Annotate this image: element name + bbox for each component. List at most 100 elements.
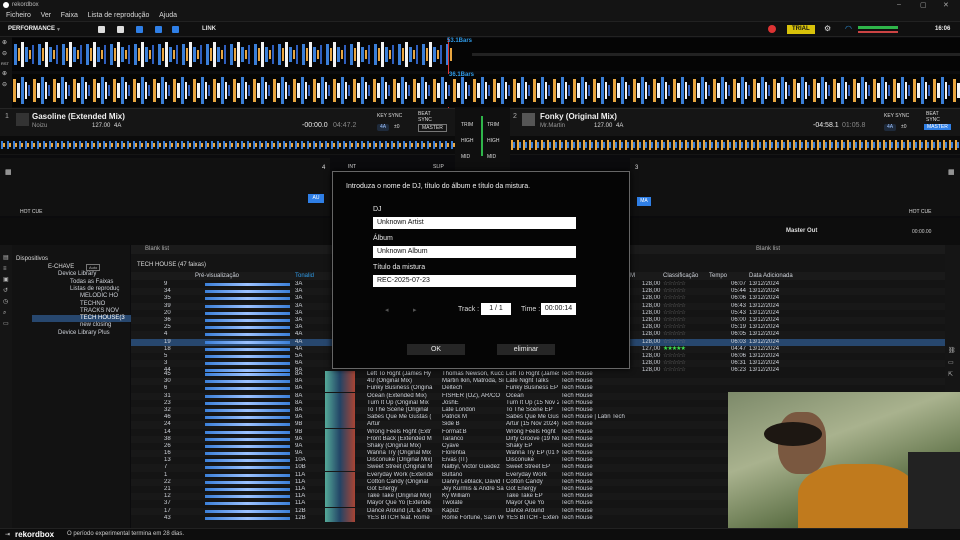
zoom-out-icon[interactable]: ⊖ bbox=[0, 48, 12, 59]
row-number: 14 bbox=[164, 428, 171, 435]
table-row[interactable]: 30 8A 4U (Original Mix) Martin Ikin, Matrod… bbox=[131, 378, 945, 386]
mix-title-input[interactable]: REC-2025-07-23 bbox=[373, 275, 576, 287]
exit-icon[interactable]: ⇥ bbox=[5, 531, 10, 538]
menu-track[interactable]: Faixa bbox=[61, 12, 78, 19]
tree-device-library-plus[interactable]: Device Library Plus bbox=[58, 330, 110, 336]
deck2-key-sync[interactable]: KEY SYNC bbox=[884, 113, 909, 119]
grid-icon[interactable] bbox=[136, 26, 143, 33]
next-track-icon[interactable]: ▸ bbox=[413, 306, 417, 314]
row-rating[interactable]: ☆☆☆☆☆ bbox=[663, 317, 686, 324]
row-rating[interactable]: ☆☆☆☆☆ bbox=[663, 324, 686, 331]
zoom-in-icon[interactable]: ⊕ bbox=[0, 37, 12, 48]
row-rating[interactable]: ★★★★★ bbox=[663, 346, 686, 353]
tree-techno[interactable]: TECHNO bbox=[80, 301, 105, 307]
explorer-icon[interactable]: ▣ bbox=[3, 275, 9, 286]
device-auto-badge[interactable]: Auto bbox=[86, 264, 101, 271]
row-rating[interactable]: ☆☆☆☆☆ bbox=[663, 353, 686, 360]
playlist-icon[interactable]: ≡ bbox=[3, 264, 9, 275]
col-time[interactable]: Tempo bbox=[709, 273, 727, 279]
delete-button[interactable]: eliminar bbox=[497, 344, 555, 355]
col-key[interactable]: Tonalid bbox=[295, 273, 314, 279]
right-tab[interactable]: Blank list bbox=[756, 246, 780, 252]
record-icon[interactable] bbox=[768, 25, 776, 33]
collection-icon[interactable]: ▤ bbox=[3, 253, 9, 264]
waveform-deck1[interactable] bbox=[12, 38, 960, 71]
row-genre: Tech House bbox=[561, 493, 593, 500]
col-preview[interactable]: Pré-visualização bbox=[195, 273, 239, 279]
gear-icon[interactable]: ⚙ bbox=[824, 24, 831, 33]
deck2-master-button[interactable]: MASTER bbox=[924, 124, 951, 130]
tree-all-tracks[interactable]: Todas as Faixas bbox=[70, 279, 113, 285]
master-out-selector[interactable]: Master Out bbox=[786, 228, 817, 234]
history-icon[interactable]: ◷ bbox=[3, 297, 9, 308]
chevron-down-icon[interactable]: ▼ bbox=[56, 27, 61, 33]
col-rating[interactable]: Classificação bbox=[663, 273, 698, 279]
deck1-slip-button[interactable]: SLIP bbox=[433, 164, 444, 170]
deck-icon[interactable] bbox=[117, 26, 124, 33]
tree-tracks-nov[interactable]: TRACKS NOV bbox=[80, 308, 119, 314]
minimize-icon[interactable]: – bbox=[897, 1, 901, 8]
table-row[interactable]: 45 8A Left To Right (James Hy Thomas Newson… bbox=[131, 371, 945, 378]
search-icon[interactable]: ⌕ bbox=[3, 308, 9, 319]
col-date-added[interactable]: Data Adicionada bbox=[749, 273, 793, 279]
sync-icon[interactable]: ↺ bbox=[3, 286, 9, 297]
device-tree: Dispositivos E-CHAVE Auto Device Library… bbox=[12, 245, 138, 528]
deck1-beat-sync[interactable]: BEAT SYNC bbox=[418, 111, 438, 123]
row-rating[interactable]: ☆☆☆☆☆ bbox=[663, 339, 686, 346]
panel-icon[interactable] bbox=[155, 26, 162, 33]
tree-new-closing[interactable]: new closing bbox=[80, 322, 111, 328]
menu-help[interactable]: Ajuda bbox=[159, 12, 177, 19]
deck2-overview-waveform[interactable] bbox=[510, 136, 960, 154]
pad-grid-icon[interactable]: ▦ bbox=[5, 168, 12, 176]
mode-selector[interactable]: PERFORMANCE bbox=[8, 26, 55, 32]
deck1-key-sync[interactable]: KEY SYNC bbox=[377, 113, 402, 119]
deck2-key-reset[interactable]: ±0 bbox=[901, 124, 907, 130]
row-rating[interactable]: ☆☆☆☆☆ bbox=[663, 360, 686, 367]
reset-zoom-button[interactable]: RST bbox=[0, 59, 12, 68]
tree-device-library[interactable]: Device Library bbox=[58, 271, 96, 277]
deck1-master-button[interactable]: MASTER bbox=[418, 124, 447, 132]
deck2-pitch-key[interactable]: 4A bbox=[884, 124, 897, 131]
waveform-deck2[interactable] bbox=[12, 74, 960, 107]
row-rating[interactable]: ☆☆☆☆☆ bbox=[663, 281, 686, 288]
deck1-au-button[interactable]: AU bbox=[308, 194, 324, 203]
row-rating[interactable]: ☆☆☆☆☆ bbox=[663, 295, 686, 302]
link-icon[interactable]: ⛓ bbox=[948, 345, 957, 357]
deck1-key-reset[interactable]: ±0 bbox=[394, 124, 400, 130]
menu-playlist[interactable]: Lista de reprodução bbox=[88, 12, 150, 19]
row-rating[interactable]: ☆☆☆☆☆ bbox=[663, 310, 686, 317]
tree-melodic-ho[interactable]: MELODIC HO bbox=[80, 293, 118, 299]
dj-input[interactable]: Unknown Artist bbox=[373, 217, 576, 229]
row-rating[interactable]: ☆☆☆☆☆ bbox=[663, 303, 686, 310]
layout-icon[interactable] bbox=[98, 26, 105, 33]
trial-badge[interactable]: TRIAL bbox=[787, 25, 815, 34]
deck1-overview-waveform[interactable] bbox=[0, 136, 455, 154]
tree-tech-house[interactable]: TECH HOUSE(3 bbox=[80, 315, 125, 321]
album-input[interactable]: Unknown Album bbox=[373, 246, 576, 258]
tree-playlists[interactable]: Listas de reproduç bbox=[70, 286, 119, 292]
tag-icon[interactable]: ▭ bbox=[948, 357, 957, 369]
devices-header[interactable]: Dispositivos bbox=[16, 256, 48, 262]
link-button[interactable]: LINK bbox=[202, 26, 216, 32]
maximize-icon[interactable]: ▢ bbox=[920, 1, 927, 9]
export-icon[interactable]: ⇱ bbox=[948, 369, 957, 381]
prev-track-icon[interactable]: ◂ bbox=[385, 306, 389, 314]
row-rating[interactable]: ☆☆☆☆☆ bbox=[663, 331, 686, 338]
left-tab[interactable]: Blank list bbox=[145, 246, 169, 252]
deck2-beat-sync[interactable]: BEAT SYNC bbox=[926, 111, 946, 123]
zoom-in-icon-2[interactable]: ⊕ bbox=[0, 68, 12, 79]
headphones-icon[interactable]: ◠ bbox=[845, 24, 852, 33]
deck1-pitch-key[interactable]: 4A bbox=[377, 124, 390, 131]
menu-view[interactable]: Ver bbox=[41, 12, 52, 19]
device-e-chave[interactable]: E-CHAVE bbox=[48, 264, 74, 270]
col-m[interactable]: M bbox=[630, 273, 635, 279]
device-icon[interactable]: ▭ bbox=[3, 319, 9, 330]
ok-button[interactable]: OK bbox=[407, 344, 465, 355]
menu-file[interactable]: Ficheiro bbox=[6, 12, 31, 19]
pad-grid-icon-2[interactable]: ▦ bbox=[948, 168, 955, 176]
close-icon[interactable]: ✕ bbox=[943, 1, 949, 9]
row-rating[interactable]: ☆☆☆☆☆ bbox=[663, 288, 686, 295]
sampler-icon[interactable] bbox=[172, 26, 179, 33]
zoom-out-icon-2[interactable]: ⊖ bbox=[0, 79, 12, 90]
deck2-ma-button[interactable]: MA bbox=[637, 197, 651, 206]
